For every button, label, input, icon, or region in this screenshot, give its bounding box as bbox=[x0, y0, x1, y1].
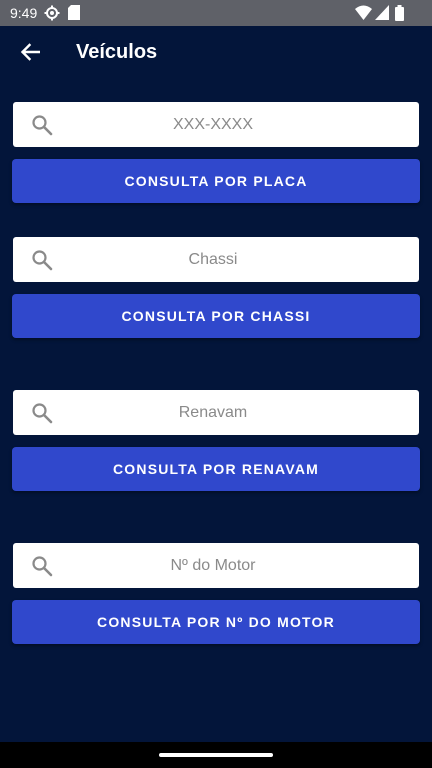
search-icon bbox=[31, 114, 53, 136]
navigation-bar bbox=[0, 742, 432, 768]
consulta-placa-button[interactable]: CONSULTA POR PLACA bbox=[12, 159, 420, 203]
status-bar: 9:49 bbox=[0, 0, 432, 26]
arrow-back-icon bbox=[20, 42, 41, 66]
search-icon bbox=[31, 249, 53, 271]
wifi-icon bbox=[355, 5, 372, 25]
placa-search-box bbox=[13, 102, 419, 147]
chassi-input[interactable] bbox=[63, 237, 363, 282]
home-gesture-handle[interactable] bbox=[159, 753, 273, 757]
consulta-renavam-button[interactable]: CONSULTA POR RENAVAM bbox=[12, 447, 420, 491]
motor-search-box bbox=[13, 543, 419, 588]
renavam-input[interactable] bbox=[63, 390, 363, 435]
consulta-chassi-button[interactable]: CONSULTA POR CHASSI bbox=[12, 294, 420, 338]
chassi-search-box bbox=[13, 237, 419, 282]
placa-input[interactable] bbox=[63, 102, 363, 147]
app-bar: Veículos bbox=[0, 26, 432, 82]
search-icon bbox=[31, 555, 53, 577]
settings-gear-icon bbox=[44, 5, 60, 26]
renavam-search-box bbox=[13, 390, 419, 435]
status-time: 9:49 bbox=[10, 5, 38, 21]
sd-card-icon bbox=[68, 5, 80, 25]
consulta-motor-button[interactable]: CONSULTA POR Nº DO MOTOR bbox=[12, 600, 420, 644]
search-icon bbox=[31, 402, 53, 424]
back-button[interactable] bbox=[12, 36, 48, 72]
cellular-signal-icon bbox=[375, 5, 389, 25]
page-title: Veículos bbox=[76, 41, 158, 63]
motor-input[interactable] bbox=[63, 543, 363, 588]
battery-icon bbox=[395, 5, 404, 26]
